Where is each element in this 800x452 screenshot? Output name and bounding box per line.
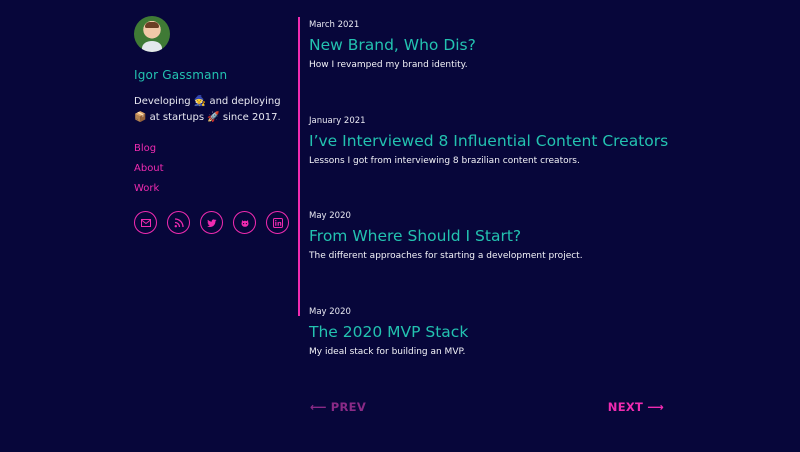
- social-links: [134, 211, 294, 234]
- post-title-link[interactable]: I’ve Interviewed 8 Influential Content C…: [309, 130, 729, 152]
- rss-link[interactable]: [167, 211, 190, 234]
- rss-icon: [174, 217, 184, 227]
- post-item: January 2021 I’ve Interviewed 8 Influent…: [309, 114, 729, 210]
- github-link[interactable]: [233, 211, 256, 234]
- post-description: Lessons I got from interviewing 8 brazil…: [309, 155, 580, 166]
- twitter-link[interactable]: [200, 211, 223, 234]
- arrow-right-icon: ⟶: [647, 400, 664, 414]
- post-title-link[interactable]: New Brand, Who Dis?: [309, 34, 729, 56]
- post-item: March 2021 New Brand, Who Dis? How I rev…: [309, 18, 729, 114]
- post-title-link[interactable]: The 2020 MVP Stack: [309, 321, 729, 343]
- email-link[interactable]: [134, 211, 157, 234]
- vertical-divider: [298, 17, 300, 316]
- twitter-icon: [206, 218, 216, 227]
- sidebar: Igor Gassmann Developing 🧙 and deploying…: [134, 16, 294, 234]
- nav-link-blog[interactable]: Blog: [134, 139, 294, 159]
- post-item: May 2020 From Where Should I Start? The …: [309, 209, 729, 305]
- pagination: ⟵ PREV NEXT ⟶: [310, 400, 664, 414]
- post-description: How I revamped my brand identity.: [309, 60, 468, 70]
- linkedin-link[interactable]: [266, 211, 289, 234]
- next-page-button[interactable]: NEXT ⟶: [608, 400, 664, 414]
- post-date: May 2020: [309, 306, 351, 317]
- post-list: March 2021 New Brand, Who Dis? How I rev…: [309, 18, 729, 400]
- github-icon: [241, 219, 248, 227]
- prev-label: PREV: [330, 400, 367, 414]
- post-title-link[interactable]: From Where Should I Start?: [309, 225, 729, 247]
- post-date: May 2020: [309, 211, 351, 221]
- arrow-left-icon: ⟵: [310, 400, 327, 414]
- post-date: January 2021: [309, 115, 366, 126]
- nav-link-about[interactable]: About: [134, 159, 294, 179]
- post-item: May 2020 The 2020 MVP Stack My ideal sta…: [309, 305, 729, 401]
- post-description: The different approaches for starting a …: [309, 251, 583, 261]
- linkedin-icon: [272, 217, 283, 228]
- post-description: My ideal stack for building an MVP.: [309, 346, 466, 357]
- post-date: March 2021: [309, 20, 360, 30]
- email-icon: [140, 218, 151, 227]
- prev-page-button[interactable]: ⟵ PREV: [310, 400, 366, 414]
- sidebar-nav: Blog About Work: [134, 139, 294, 199]
- author-bio: Developing 🧙 and deploying 📦 at startups…: [134, 96, 281, 123]
- nav-link-work[interactable]: Work: [134, 179, 294, 199]
- author-name-link[interactable]: Igor Gassmann: [134, 68, 294, 82]
- next-label: NEXT: [607, 400, 644, 414]
- avatar[interactable]: [134, 16, 170, 52]
